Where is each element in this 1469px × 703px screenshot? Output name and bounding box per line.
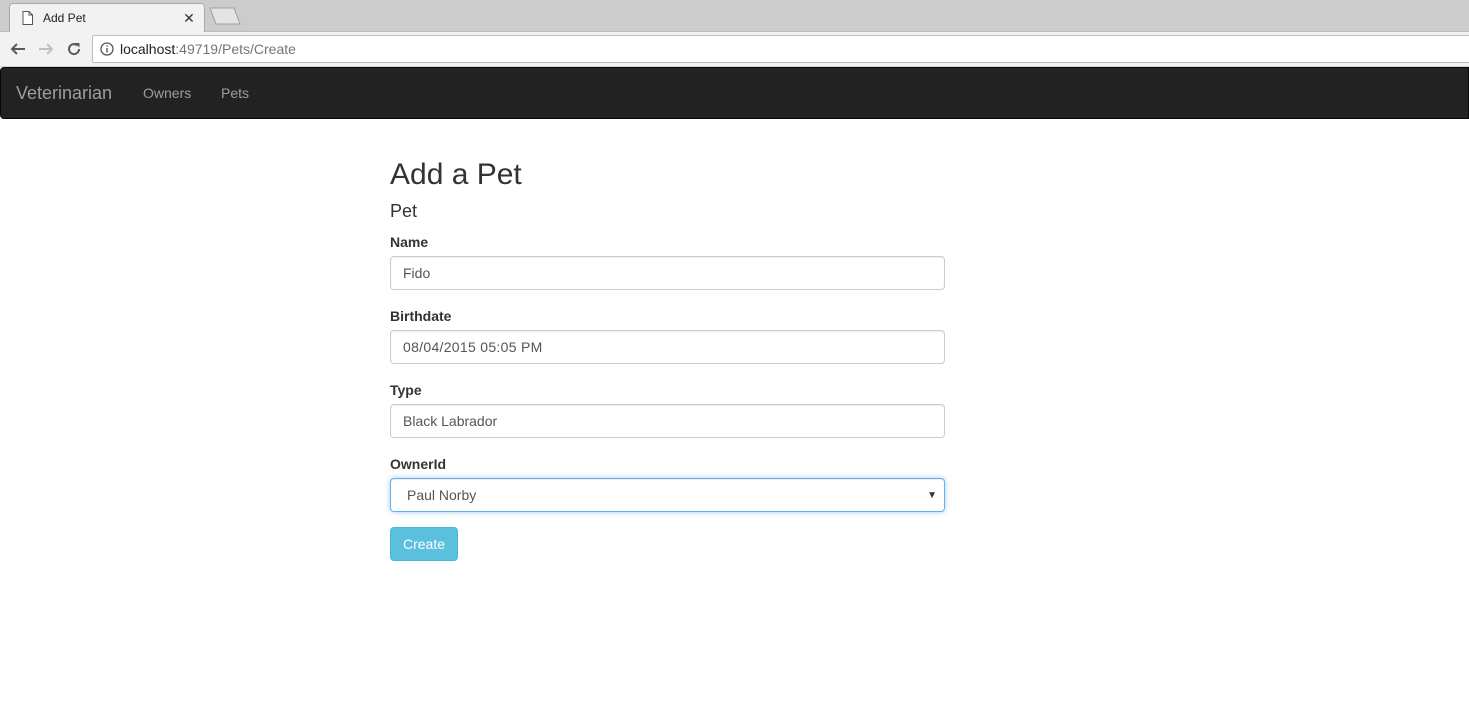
create-button[interactable]: Create bbox=[390, 527, 458, 561]
type-label: Type bbox=[390, 382, 422, 398]
nav-link-pets[interactable]: Pets bbox=[221, 85, 249, 101]
birthdate-label: Birthdate bbox=[390, 308, 452, 324]
name-input[interactable]: Fido bbox=[390, 256, 945, 290]
nav-link-owners[interactable]: Owners bbox=[143, 85, 191, 101]
owner-select-value: Paul Norby bbox=[407, 487, 477, 503]
new-tab-button[interactable] bbox=[207, 7, 243, 25]
owner-select[interactable]: Paul Norby ▼ bbox=[390, 478, 945, 512]
chevron-down-icon: ▼ bbox=[927, 490, 937, 501]
browser-toolbar: localhost:49719/Pets/Create bbox=[0, 32, 1469, 67]
info-icon[interactable] bbox=[100, 42, 114, 56]
browser-tab[interactable]: Add Pet ✕ bbox=[9, 3, 205, 32]
document-icon bbox=[22, 11, 33, 25]
name-input-value: Fido bbox=[403, 265, 431, 281]
page-title: Add a Pet bbox=[390, 158, 522, 191]
type-input-value: Black Labrador bbox=[403, 413, 498, 429]
address-bar[interactable]: localhost:49719/Pets/Create bbox=[92, 35, 1469, 63]
url-host: localhost bbox=[120, 41, 176, 57]
owner-label: OwnerId bbox=[390, 456, 447, 472]
navbar-brand[interactable]: Veterinarian bbox=[16, 83, 112, 104]
tab-title: Add Pet bbox=[43, 11, 86, 25]
forward-arrow-icon[interactable] bbox=[34, 38, 58, 60]
url-path: :49719/Pets/Create bbox=[175, 41, 296, 57]
type-input[interactable]: Black Labrador bbox=[390, 404, 945, 438]
section-title: Pet bbox=[390, 201, 418, 221]
reload-icon[interactable] bbox=[62, 38, 86, 60]
birthdate-input[interactable]: 08/04/2015 05:05 PM bbox=[390, 330, 945, 364]
back-arrow-icon[interactable] bbox=[6, 38, 30, 60]
app-navbar: Veterinarian Owners Pets bbox=[0, 67, 1469, 119]
birthdate-input-value: 08/04/2015 05:05 PM bbox=[403, 339, 543, 355]
name-label: Name bbox=[390, 234, 429, 250]
close-icon[interactable]: ✕ bbox=[179, 8, 199, 28]
browser-tabstrip: Add Pet ✕ bbox=[0, 0, 1469, 32]
